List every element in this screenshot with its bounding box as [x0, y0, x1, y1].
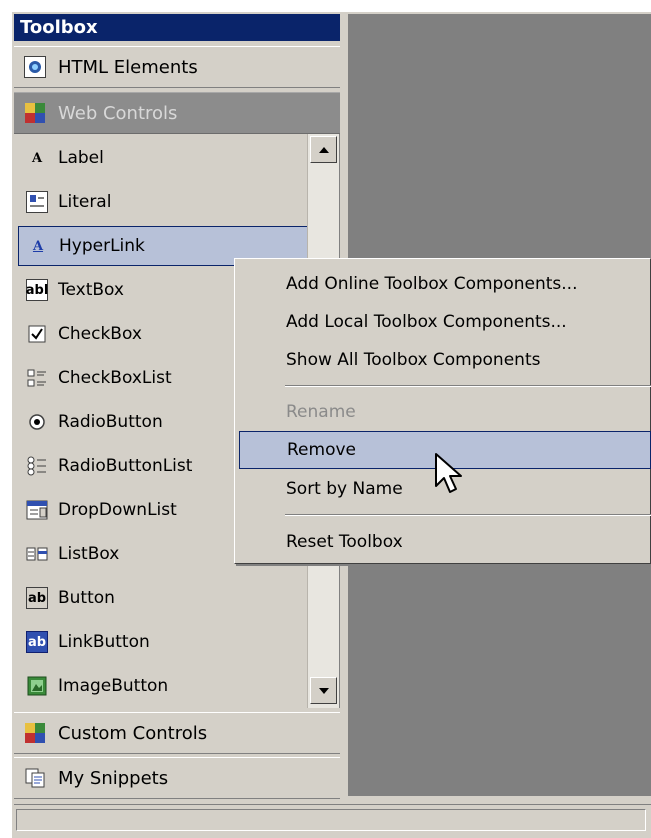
checkbox-icon — [26, 323, 48, 345]
menu-item-reset-toolbox[interactable]: Reset Toolbox — [239, 523, 651, 561]
radiobuttonlist-icon — [26, 455, 48, 477]
toolbox-item-hyperlink-text: HyperLink — [59, 236, 145, 256]
toolbox-item-listbox-text: ListBox — [58, 544, 120, 564]
toolbox-item-linkbutton-text: LinkButton — [58, 632, 150, 652]
tab-web-controls[interactable]: Web Controls — [14, 92, 340, 134]
menu-item-show-all-components[interactable]: Show All Toolbox Components — [239, 341, 651, 379]
menu-item-rename[interactable]: Rename — [239, 393, 651, 431]
textbox-icon: abl — [26, 279, 48, 301]
menu-item-add-online-components[interactable]: Add Online Toolbox Components... — [239, 265, 651, 303]
toolbox-item-linkbutton[interactable]: ab LinkButton — [18, 622, 318, 662]
button-icon: ab — [26, 587, 48, 609]
context-menu: Add Online Toolbox Components... Add Loc… — [234, 258, 651, 564]
status-bar — [14, 804, 651, 834]
imagebutton-icon — [26, 675, 48, 697]
literal-icon — [26, 191, 48, 213]
toolbox-item-button-text: Button — [58, 588, 115, 608]
html-elements-icon — [24, 56, 46, 78]
toolbox-title: Toolbox — [14, 14, 340, 41]
tab-web-controls-label: Web Controls — [58, 102, 178, 124]
toolbox-item-label-text: Label — [58, 148, 104, 168]
web-controls-icon — [24, 102, 46, 124]
scroll-down-button[interactable] — [310, 677, 337, 704]
arrow-down-icon — [318, 687, 329, 694]
custom-controls-icon — [24, 722, 46, 744]
hyperlink-A-icon: A — [32, 238, 44, 254]
tab-custom-controls[interactable]: Custom Controls — [14, 712, 340, 754]
tab-html-elements-label: HTML Elements — [58, 56, 198, 78]
label-A-icon: A — [31, 150, 43, 166]
tab-custom-controls-label: Custom Controls — [58, 722, 208, 744]
toolbox-item-imagebutton[interactable]: ImageButton — [18, 666, 318, 706]
checkboxlist-icon — [26, 367, 48, 389]
mouse-pointer-icon — [435, 453, 462, 493]
toolbox-item-checkbox-text: CheckBox — [58, 324, 142, 344]
menu-separator — [285, 385, 651, 387]
menu-separator — [285, 514, 651, 516]
toolbox-item-radiobutton-text: RadioButton — [58, 412, 163, 432]
toolbox-item-textbox-text: TextBox — [58, 280, 124, 300]
arrow-up-icon — [318, 146, 329, 153]
radiobutton-icon — [26, 411, 48, 433]
tab-html-elements[interactable]: HTML Elements — [14, 46, 340, 88]
menu-item-add-local-components[interactable]: Add Local Toolbox Components... — [239, 303, 651, 341]
toolbox-item-checkboxlist-text: CheckBoxList — [58, 368, 172, 388]
toolbox-item-literal[interactable]: Literal — [18, 182, 318, 222]
status-bar-panel — [16, 809, 646, 831]
scroll-up-button[interactable] — [310, 136, 337, 163]
snippets-icon — [24, 767, 46, 789]
dropdownlist-icon — [26, 499, 48, 521]
toolbox-item-button[interactable]: ab Button — [18, 578, 318, 618]
toolbox-item-dropdownlist-text: DropDownList — [58, 500, 177, 520]
toolbox-item-radiobuttonlist-text: RadioButtonList — [58, 456, 193, 476]
linkbutton-icon: ab — [26, 631, 48, 653]
toolbox-item-label[interactable]: A Label — [18, 138, 318, 178]
toolbox-item-imagebutton-text: ImageButton — [58, 676, 169, 696]
toolbox-item-literal-text: Literal — [58, 192, 112, 212]
listbox-icon — [26, 543, 48, 565]
tab-my-snippets[interactable]: My Snippets — [14, 757, 340, 799]
tab-my-snippets-label: My Snippets — [58, 767, 169, 789]
